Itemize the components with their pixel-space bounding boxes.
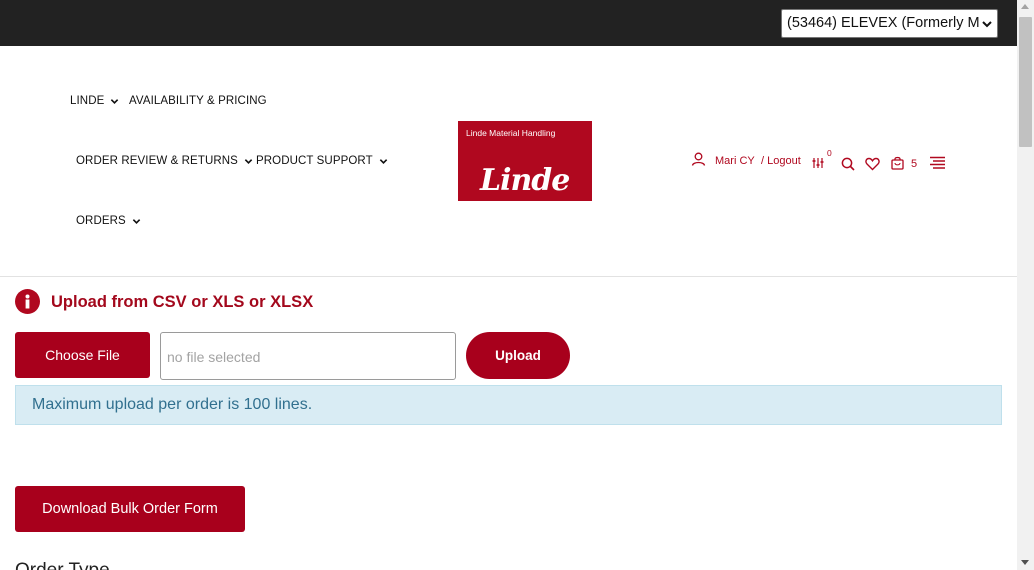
nav-order-review[interactable]: ORDER REVIEW & RETURNS xyxy=(76,155,253,167)
nav-order-review-label: ORDER REVIEW & RETURNS xyxy=(76,155,238,167)
heart-icon[interactable] xyxy=(865,157,880,171)
compare-count: 0 xyxy=(827,148,832,158)
logo-brand: Linde xyxy=(480,163,570,198)
info-icon xyxy=(15,289,40,314)
download-bulk-order-form-button[interactable]: Download Bulk Order Form xyxy=(15,486,245,532)
user-name[interactable]: Mari CY xyxy=(715,155,755,167)
upload-button[interactable]: Upload xyxy=(466,332,570,379)
order-type-label: Order Type xyxy=(15,560,110,570)
chevron-down-icon xyxy=(244,158,253,164)
upload-heading: Upload from CSV or XLS or XLSX xyxy=(51,293,314,311)
cart-count: 5 xyxy=(911,158,918,170)
nav-product-support[interactable]: PRODUCT SUPPORT xyxy=(256,155,388,167)
account-select-value: (53464) ELEVEX (Formerly Man xyxy=(787,15,979,31)
info-glyph-icon xyxy=(25,294,30,309)
nav-orders-label: ORDERS xyxy=(76,215,126,227)
user-icon[interactable] xyxy=(691,152,706,166)
linde-logo[interactable]: Linde Material Handling Linde xyxy=(458,121,592,201)
chevron-down-icon xyxy=(982,21,992,28)
chevron-down-icon xyxy=(132,218,141,224)
nav-linde[interactable]: LINDE xyxy=(70,95,119,107)
search-icon[interactable] xyxy=(841,157,855,171)
page-scrollbar[interactable] xyxy=(1017,0,1034,570)
cart-icon[interactable] xyxy=(891,156,904,170)
nav-availability[interactable]: AVAILABILITY & PRICING xyxy=(129,95,267,107)
chevron-down-icon xyxy=(111,98,119,104)
max-upload-notice: Maximum upload per order is 100 lines. xyxy=(15,385,1002,425)
choose-file-button[interactable]: Choose File xyxy=(15,332,150,378)
scroll-down-arrow[interactable] xyxy=(1021,560,1029,565)
file-name-field[interactable]: no file selected xyxy=(160,332,456,380)
header-divider xyxy=(0,276,1017,277)
nav-product-support-label: PRODUCT SUPPORT xyxy=(256,155,373,167)
nav-linde-label: LINDE xyxy=(70,95,105,107)
logo-subtitle: Linde Material Handling xyxy=(466,128,556,138)
account-select[interactable]: (53464) ELEVEX (Formerly Man xyxy=(781,9,998,38)
nav-availability-label: AVAILABILITY & PRICING xyxy=(129,95,267,107)
compare-icon[interactable] xyxy=(812,157,825,169)
scroll-up-arrow[interactable] xyxy=(1021,4,1029,9)
menu-icon[interactable] xyxy=(929,156,946,169)
scroll-thumb[interactable] xyxy=(1019,17,1032,147)
chevron-down-icon xyxy=(379,158,387,164)
logout-link[interactable]: / Logout xyxy=(761,155,801,167)
nav-orders[interactable]: ORDERS xyxy=(76,215,141,227)
